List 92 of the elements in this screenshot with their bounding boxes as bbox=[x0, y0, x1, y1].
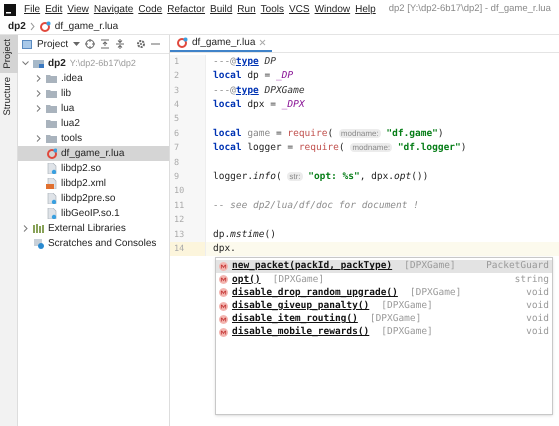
method-icon bbox=[219, 262, 228, 272]
line-number: 12 bbox=[170, 213, 206, 228]
tree-item[interactable]: Scratches and Consoles bbox=[18, 236, 169, 251]
module-folder-icon bbox=[33, 58, 44, 69]
tree-item[interactable]: lua bbox=[18, 101, 169, 116]
breadcrumb-item[interactable]: df_game_r.lua bbox=[54, 19, 118, 34]
breadcrumb-item[interactable]: dp2 bbox=[8, 19, 26, 34]
menu-item[interactable]: Code bbox=[138, 2, 162, 17]
completion-item[interactable]: disable_drop_random_upgrade() [DPXGame] void bbox=[216, 286, 552, 300]
file-icon bbox=[46, 208, 57, 219]
scratch-icon bbox=[33, 238, 44, 249]
line-number: 11 bbox=[170, 198, 206, 214]
settings-icon bbox=[136, 39, 146, 49]
tree-item[interactable]: lua2 bbox=[18, 116, 169, 131]
completion-item[interactable]: new_packet(packId, packType) [DPXGame] PacketGuard bbox=[216, 260, 552, 274]
panel-icon bbox=[22, 40, 32, 48]
code-line: local game = require( modname: "df.game") bbox=[212, 127, 444, 142]
side-tab[interactable]: Structure bbox=[0, 72, 18, 120]
code-line: logger.info( str: "opt: %s", dpx.opt()) bbox=[212, 170, 428, 184]
side-tab[interactable]: Project bbox=[0, 35, 18, 73]
code-line: local logger = require( modname: "df.logger") bbox=[212, 141, 466, 156]
completion-item[interactable]: disable_mobile_rewards() [DPXGame] void bbox=[216, 326, 552, 340]
tree-item[interactable]: dp2 Y:\dp2-6b17\dp2 bbox=[18, 56, 169, 71]
lua-file-icon bbox=[176, 36, 188, 48]
menu-item[interactable]: Window bbox=[314, 2, 350, 17]
tree-item[interactable]: External Libraries bbox=[18, 221, 169, 236]
window-title: dp2 [Y:\dp2-6b17\dp2] - df_game_r.lua bbox=[388, 2, 551, 16]
close-icon bbox=[259, 39, 266, 46]
menu-item[interactable]: Edit bbox=[45, 2, 62, 17]
line-number: 7 bbox=[170, 141, 206, 156]
tree-item[interactable]: libdp2.xml bbox=[18, 176, 169, 191]
menu-item[interactable]: Tools bbox=[260, 2, 284, 17]
method-icon bbox=[219, 328, 228, 338]
caret-icon bbox=[73, 42, 80, 46]
completion-item[interactable]: opt() [DPXGame] string bbox=[216, 273, 552, 286]
line-number: 6 bbox=[170, 126, 206, 142]
line-number: 2 bbox=[170, 69, 206, 84]
menu-item[interactable]: Refactor bbox=[167, 2, 206, 17]
menu-item[interactable]: Build bbox=[210, 2, 232, 17]
method-icon bbox=[219, 275, 228, 284]
folder-icon bbox=[46, 88, 57, 99]
code-line: dpx. bbox=[212, 242, 236, 256]
code-line: -- see dp2/lua/df/doc for document ! bbox=[212, 198, 419, 213]
method-icon bbox=[219, 314, 228, 324]
line-number: 5 bbox=[170, 112, 206, 127]
method-icon bbox=[219, 288, 228, 298]
lua-file-icon bbox=[46, 148, 57, 159]
tree-item[interactable]: df_game_r.lua bbox=[18, 146, 169, 161]
menu-item[interactable]: Run bbox=[237, 2, 256, 17]
app-logo-icon bbox=[4, 4, 16, 16]
line-number: 8 bbox=[170, 156, 206, 170]
tree-item[interactable]: lib bbox=[18, 86, 169, 101]
menu-item[interactable]: File bbox=[24, 2, 40, 17]
folder-icon bbox=[46, 73, 57, 84]
code-line: local dp = _DP bbox=[212, 69, 294, 84]
completion-item[interactable]: disable_item_routing() [DPXGame] void bbox=[216, 312, 552, 326]
line-number: 1 bbox=[170, 55, 206, 70]
view-selector[interactable]: Project bbox=[37, 36, 68, 52]
file-icon bbox=[46, 163, 57, 174]
code-line: ---@type DPXGame bbox=[212, 84, 305, 98]
file-icon bbox=[46, 193, 57, 204]
menu-item[interactable]: View bbox=[67, 2, 89, 17]
menu-item[interactable]: VCS bbox=[289, 2, 310, 17]
collapse-all-icon bbox=[115, 39, 126, 49]
menu-item[interactable]: Navigate bbox=[94, 2, 134, 17]
code-line: ---@type DP bbox=[212, 55, 276, 70]
folder-icon bbox=[46, 118, 57, 129]
folder-icon bbox=[46, 103, 57, 114]
code-line: dp.mstime() bbox=[212, 228, 276, 242]
code-line: local dpx = _DPX bbox=[212, 98, 305, 112]
expand-all-icon bbox=[100, 39, 110, 49]
line-number: 10 bbox=[170, 184, 206, 199]
tree-item[interactable]: tools bbox=[18, 131, 169, 146]
tree-item[interactable]: .idea bbox=[18, 71, 169, 86]
line-number: 4 bbox=[170, 98, 206, 113]
xml-file-icon bbox=[46, 178, 57, 189]
completion-item[interactable]: disable_giveup_panalty() [DPXGame] void bbox=[216, 300, 552, 313]
file-icon bbox=[38, 20, 51, 32]
tree-item[interactable]: libGeoIP.so.1 bbox=[18, 206, 169, 221]
line-number: 14 bbox=[170, 242, 206, 256]
menu-item[interactable]: Help bbox=[355, 2, 376, 17]
target-icon bbox=[85, 39, 96, 49]
line-number: 13 bbox=[170, 228, 206, 242]
editor-tab[interactable]: df_game_r.lua bbox=[170, 35, 272, 52]
library-icon bbox=[33, 223, 44, 234]
tree-item[interactable]: libdp2.so bbox=[18, 161, 169, 176]
chevron-icon bbox=[30, 22, 35, 31]
line-number: 9 bbox=[170, 170, 206, 185]
folder-icon bbox=[46, 133, 57, 144]
tree-item[interactable]: libdp2pre.so bbox=[18, 191, 169, 206]
line-number: 3 bbox=[170, 84, 206, 98]
method-icon bbox=[219, 302, 228, 311]
